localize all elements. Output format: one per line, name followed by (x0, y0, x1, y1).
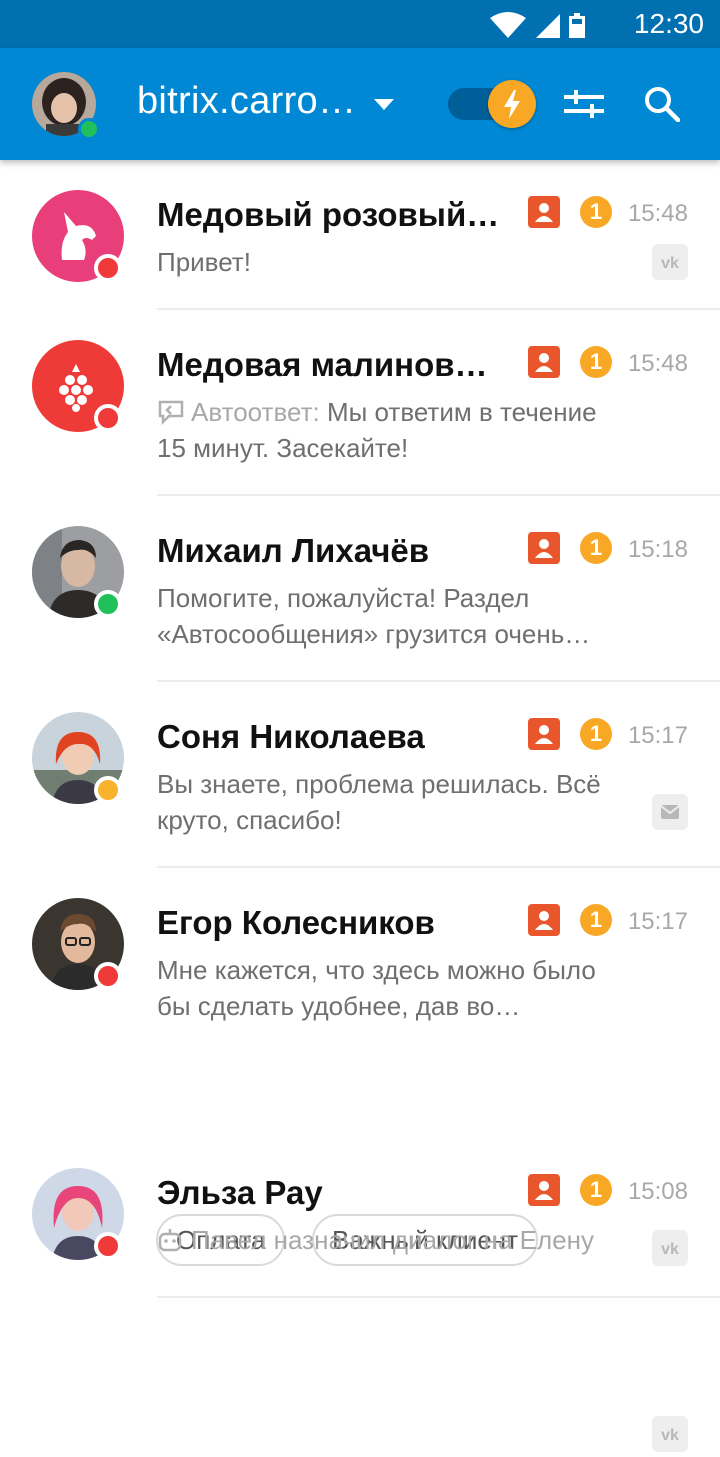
crm-badge (528, 718, 560, 750)
autoreply-label: Автоответ: (191, 397, 320, 427)
chat-row[interactable]: Михаил Лихачёв 1 15:18 Помогите, пожалуй… (0, 496, 720, 682)
chat-row[interactable]: Соня Николаева 1 15:17 Вы знаете, пробле… (0, 682, 720, 868)
crm-badge (528, 532, 560, 564)
bot-icon (158, 1229, 182, 1252)
chat-preview: Вы знаете, проблема решилась. Всё круто,… (157, 769, 601, 835)
crm-badge (528, 1174, 560, 1206)
svg-text:vk: vk (661, 255, 679, 272)
wifi-signal-battery-icons (490, 12, 585, 38)
chat-preview: Привет! (157, 247, 251, 277)
status-clock: 12:30 (633, 8, 704, 39)
status-indicator (94, 590, 122, 618)
email-source-icon (652, 794, 688, 830)
my-online-indicator (78, 118, 100, 140)
chat-time: 15:18 (627, 536, 688, 563)
unread-count: 1 (580, 1174, 612, 1206)
user-icon (535, 353, 553, 372)
chat-row[interactable]: Медовый розовый… 1 15:48 Привет! vk (0, 160, 720, 310)
chat-time: 15:08 (627, 1178, 688, 1205)
chat-name: Михаил Лихачёв (157, 532, 430, 569)
unread-count: 1 (580, 904, 612, 936)
battery-icon (569, 13, 585, 38)
unread-count: 1 (580, 346, 612, 378)
chat-row[interactable]: Медовая малинов… 1 15:48 Автоответ: Мы о… (0, 310, 720, 496)
autoreply-icon (158, 400, 184, 426)
status-indicator (94, 254, 122, 282)
crm-badge (528, 346, 560, 378)
user-icon (535, 1181, 553, 1200)
status-bar: 12:30 (0, 0, 720, 48)
chat-name: Соня Николаева (157, 718, 425, 755)
chat-name: Медовая малинов… (157, 346, 488, 383)
user-icon (535, 203, 553, 222)
portal-name[interactable]: bitrix.carro… (137, 80, 356, 123)
chat-preview: Помогите, пожалуйста! Раздел «Автосообще… (157, 583, 591, 649)
status-indicator (94, 404, 122, 432)
status-indicator (94, 1232, 122, 1260)
unread-count: 1 (580, 196, 612, 228)
status-indicator (94, 776, 122, 804)
app-bar: bitrix.carro… (0, 48, 720, 160)
chat-row[interactable]: Эльза Рау 1 15:08 Павел назначил диалог … (0, 1138, 720, 1452)
unread-count: 1 (580, 532, 612, 564)
status-indicator (94, 962, 122, 990)
chat-name: Егор Колесников (157, 904, 435, 941)
vk-source-icon: vk (652, 244, 688, 280)
crm-badge (528, 196, 560, 228)
chat-preview: Павел назначил диалог на Елену (157, 1222, 627, 1258)
crm-badge (528, 904, 560, 936)
chat-time: 15:17 (627, 908, 688, 935)
lightning-toggle-knob[interactable] (488, 80, 536, 128)
filter-icon[interactable] (564, 88, 604, 120)
chat-preview: Мне кажется, что здесь можно было бы сде… (157, 955, 596, 1021)
chat-name: Медовый розовый… (157, 196, 500, 233)
chat-name: Эльза Рау (157, 1174, 323, 1211)
svg-text:vk: vk (661, 1427, 679, 1444)
chat-preview-text: Павел назначил диалог на Елену (191, 1225, 594, 1255)
wifi-icon (490, 12, 526, 38)
user-icon (535, 539, 553, 558)
chat-time: 15:17 (627, 722, 688, 749)
lightning-icon (504, 90, 520, 119)
chat-time: 15:48 (627, 200, 688, 227)
vk-source-icon: vk (652, 1416, 688, 1452)
user-icon (535, 725, 553, 744)
caret-down-icon[interactable] (374, 99, 394, 111)
user-icon (535, 911, 553, 930)
unread-count: 1 (580, 718, 612, 750)
signal-icon (536, 14, 560, 38)
search-icon[interactable] (644, 86, 680, 122)
chat-row[interactable]: Егор Колесников 1 15:17 Мне кажется, что… (0, 868, 720, 1298)
chat-time: 15:48 (627, 350, 688, 377)
chat-preview: Автоответ: Мы ответим в течение 15 минут… (157, 394, 627, 466)
